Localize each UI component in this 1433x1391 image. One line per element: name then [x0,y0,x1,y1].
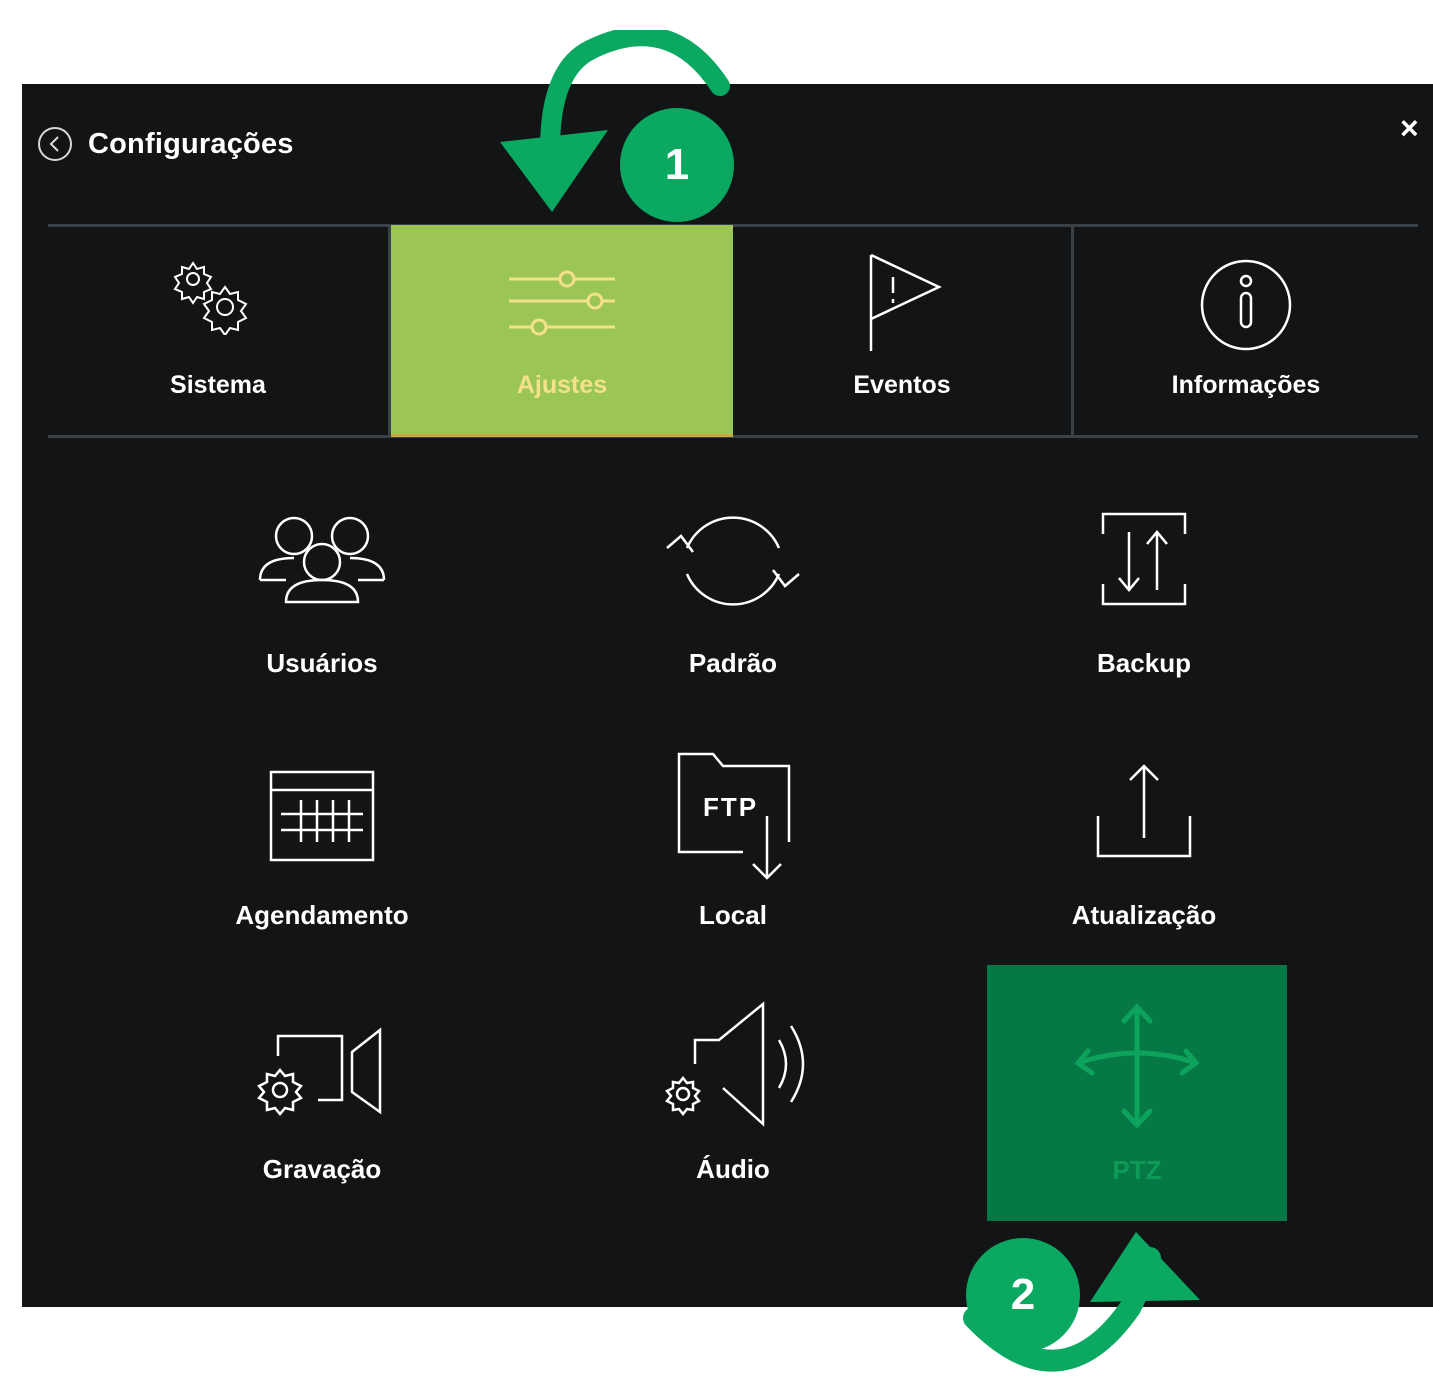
grid-item-ptz[interactable]: PTZ [987,965,1287,1221]
grid-item-label: Padrão [688,648,778,678]
grid-item-label: Áudio [696,1154,770,1184]
grid-item-label: PTZ [1112,1155,1162,1185]
tab-label: Eventos [853,371,951,399]
speaker-icon [665,1001,805,1127]
backup-icon [1101,512,1187,606]
grid-item-audio[interactable]: Áudio [583,1001,883,1256]
grid-item-agendamento[interactable]: Agendamento [172,752,472,1002]
tab-sistema[interactable]: Sistema [48,227,388,435]
grid-item-backup[interactable]: Backup [994,500,1294,750]
grid-item-label: Local [699,900,767,930]
callout-badge-1: 1 [620,108,734,222]
info-icon [1200,259,1292,351]
tab-ajustes[interactable]: Ajustes [391,225,733,437]
upload-icon [1096,764,1192,858]
ftp-folder-icon: FTP [677,752,791,880]
tab-label: Informações [1171,371,1321,399]
camera-gear-icon [257,1027,382,1116]
sliders-icon [509,270,615,336]
tab-label: Sistema [170,371,266,399]
close-button[interactable]: × [1400,112,1419,144]
callout-badge-2: 2 [966,1238,1080,1352]
grid-item-gravacao[interactable]: Gravação [172,1006,472,1256]
calendar-icon [269,770,375,862]
grid-item-label: Backup [1097,648,1191,678]
grid-item-label: Usuários [266,648,378,678]
flag-icon [869,253,942,351]
svg-text:FTP: FTP [703,792,758,822]
refresh-icon [666,516,800,606]
users-icon [258,516,386,604]
page-title: Configurações [88,127,294,160]
grid-item-padrao[interactable]: Padrão [583,500,883,750]
chevron-left-icon [49,136,59,152]
tab-label: Ajustes [516,371,608,399]
grid-item-label: Gravação [262,1154,382,1184]
tab-eventos[interactable]: Eventos [733,227,1071,435]
grid-item-usuarios[interactable]: Usuários [172,500,472,750]
tab-bar: Sistema Ajustes Eventos Informações [48,224,1418,438]
grid-item-label: Agendamento [235,900,409,930]
tab-informacoes[interactable]: Informações [1074,227,1418,435]
gears-icon [173,261,248,335]
move-arrows-icon [1074,1003,1200,1129]
grid-item-local[interactable]: FTP Local [583,752,883,1002]
grid-item-label: Atualização [1071,900,1217,930]
back-button[interactable] [38,127,72,161]
header: Configurações [38,124,294,164]
